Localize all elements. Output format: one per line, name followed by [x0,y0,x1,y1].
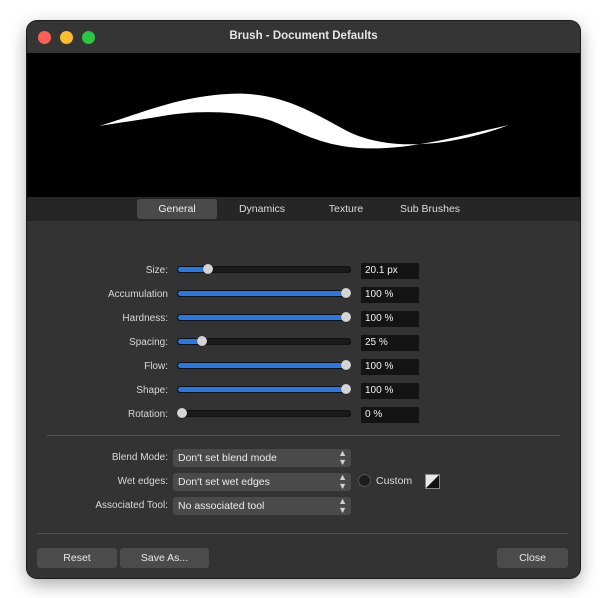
accumulation-label: Accumulation [107,289,168,300]
custom-checkbox[interactable] [358,474,371,487]
associated-tool-select[interactable]: No associated tool ▲ ▼ [173,497,351,515]
rotation-label: Rotation: [127,409,168,420]
wet-edges-value: Don't set wet edges [178,476,270,488]
footer-divider [37,533,568,534]
rotation-value[interactable]: 0 % [361,407,419,423]
blend-mode-select[interactable]: Don't set blend mode ▲ ▼ [173,449,351,467]
size-value[interactable]: 20.1 px [361,263,419,279]
tab-texture[interactable]: Texture [312,199,380,219]
wet-edges-select[interactable]: Don't set wet edges ▲ ▼ [173,473,351,491]
hardness-slider[interactable] [177,312,351,322]
tab-bar: General Dynamics Texture Sub Brushes [27,197,580,221]
flow-slider-fill [178,363,346,368]
size-label: Size: [145,265,168,276]
updown-chevron-icon: ▲ ▼ [338,496,347,515]
size-slider[interactable] [177,264,351,274]
hardness-slider-thumb[interactable] [341,312,351,322]
blend-mode-label: Blend Mode: [111,452,168,463]
hardness-slider-fill [178,315,346,320]
spacing-slider-thumb[interactable] [196,336,207,346]
tab-general[interactable]: General [137,199,217,219]
shape-value[interactable]: 100 % [361,383,419,399]
accumulation-slider-fill [178,291,346,296]
save-as-button[interactable]: Save As... [120,548,209,568]
brush-stroke-icon [99,93,509,149]
custom-label: Custom [376,475,413,487]
curve-icon [426,475,439,488]
close-button[interactable]: Close [497,548,568,568]
flow-value[interactable]: 100 % [361,359,419,375]
shape-slider-thumb[interactable] [341,384,351,394]
updown-chevron-icon: ▲ ▼ [338,448,347,467]
spacing-value[interactable]: 25 % [361,335,419,351]
brush-window: Brush - Document Defaults General Dynami… [27,21,580,578]
reset-button[interactable]: Reset [37,548,117,568]
spacing-slider[interactable] [177,336,351,346]
flow-slider[interactable] [177,360,351,370]
spacing-label: Spacing: [129,337,168,348]
tab-dynamics[interactable]: Dynamics [225,199,299,219]
associated-tool-value: No associated tool [178,500,265,512]
accumulation-slider[interactable] [177,288,351,298]
wet-edges-curve-swatch[interactable] [425,474,440,489]
rotation-slider[interactable] [177,408,351,418]
shape-slider[interactable] [177,384,351,394]
window-title: Brush - Document Defaults [229,30,378,42]
hardness-label: Hardness: [122,313,168,324]
shape-slider-fill [178,387,346,392]
flow-label: Flow: [144,361,168,372]
hardness-value[interactable]: 100 % [361,311,419,327]
associated-tool-label: Associated Tool: [95,500,168,511]
flow-slider-thumb[interactable] [341,360,351,370]
section-divider [47,435,560,436]
rotation-slider-thumb[interactable] [177,408,187,418]
title-bar: Brush - Document Defaults [27,21,580,53]
updown-chevron-icon: ▲ ▼ [338,472,347,491]
size-slider-thumb[interactable] [203,264,214,274]
tab-sub-brushes[interactable]: Sub Brushes [389,199,471,219]
accumulation-slider-thumb[interactable] [341,288,351,298]
accumulation-value[interactable]: 100 % [361,287,419,303]
brush-stroke-preview [27,53,580,197]
wet-edges-label: Wet edges: [117,476,168,487]
blend-mode-value: Don't set blend mode [178,452,277,464]
shape-label: Shape: [136,385,168,396]
